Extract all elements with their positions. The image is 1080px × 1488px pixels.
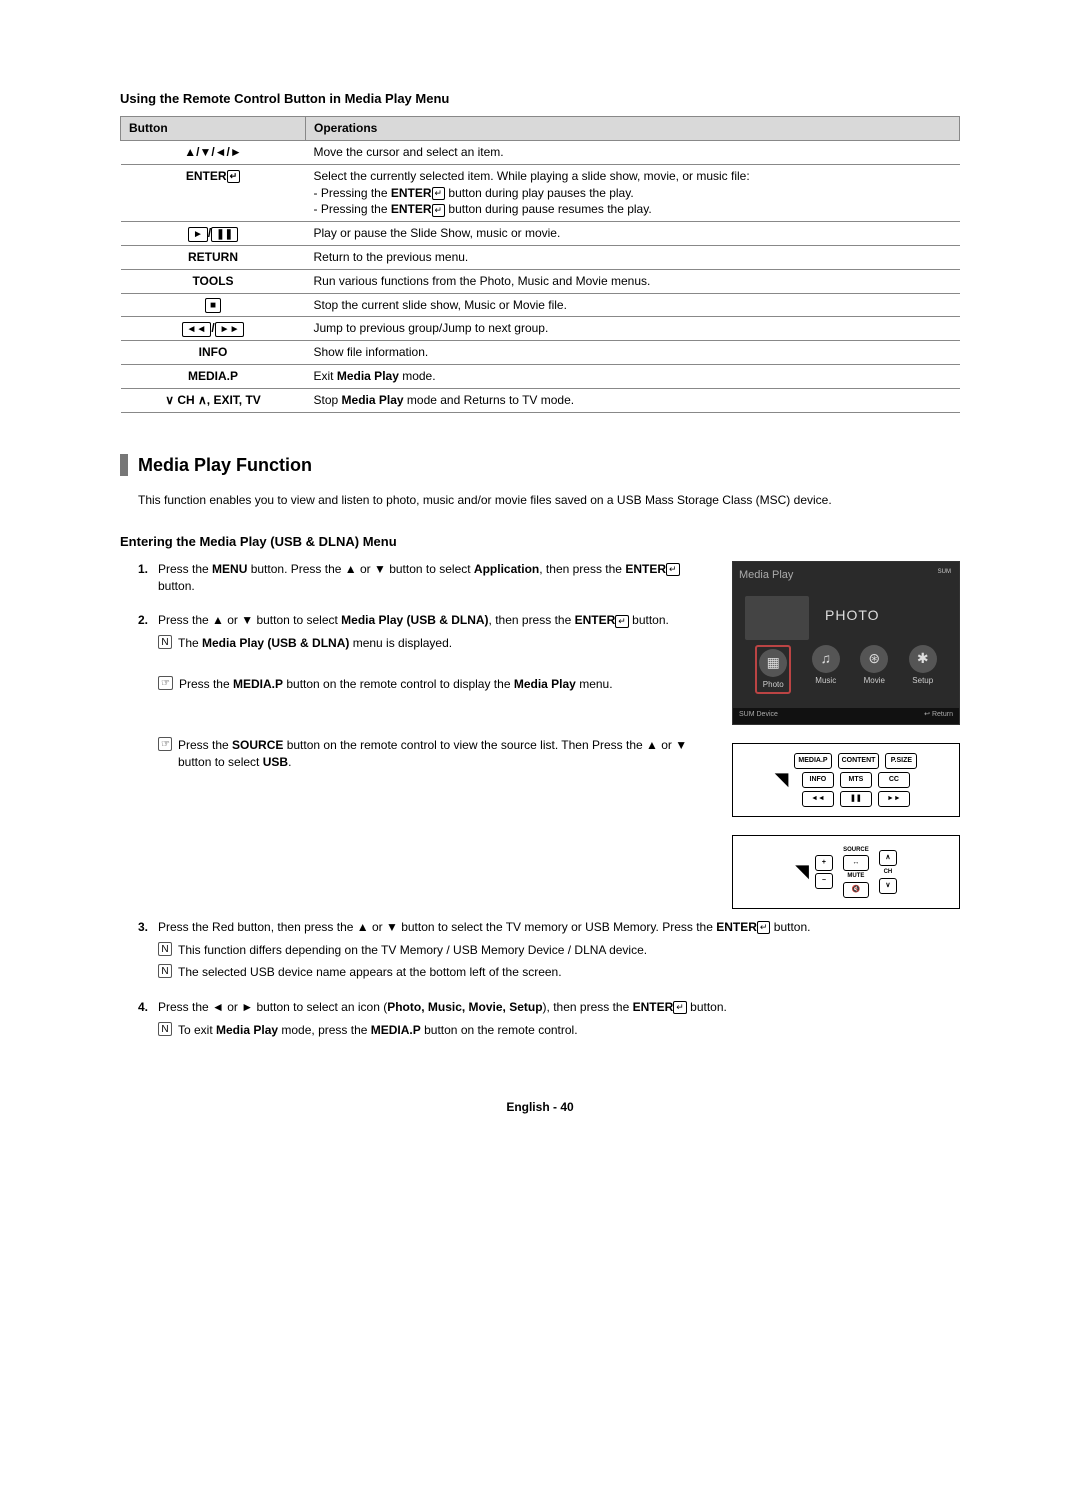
table-row: MEDIA.PExit Media Play mode. [121,364,960,388]
setup-icon: ✱ [909,645,937,673]
note-icon: N [158,964,172,978]
heading-media-play-function: Media Play Function [120,453,960,478]
step-1: 1. Press the MENU button. Press the ▲ or… [138,561,718,595]
step-3: 3. Press the Red button, then press the … [138,919,960,981]
table-row: ■Stop the current slide show, Music or M… [121,293,960,317]
th-button: Button [121,117,306,141]
sub-title-entering: Entering the Media Play (USB & DLNA) Men… [120,533,960,551]
table-row: INFOShow file information. [121,341,960,365]
section-title-1: Using the Remote Control Button in Media… [120,90,960,108]
table-row: ▲/▼/◄/►Move the cursor and select an ite… [121,140,960,164]
remote-button-table: Button Operations ▲/▼/◄/►Move the cursor… [120,116,960,412]
table-row: ∨ CH ∧, EXIT, TVStop Media Play mode and… [121,388,960,412]
music-icon: ♫ [812,645,840,673]
hand-icon: ☞ [158,737,172,751]
movie-icon: ⊛ [860,645,888,673]
table-row: ENTER↵ Select the currently selected ite… [121,164,960,221]
table-row: TOOLSRun various functions from the Phot… [121,269,960,293]
photo-icon: ▦ [759,649,787,677]
function-description: This function enables you to view and li… [138,492,960,509]
camera-icon [745,596,809,640]
table-row: RETURNReturn to the previous menu. [121,245,960,269]
page-footer: English - 40 [120,1099,960,1116]
remote-diagram-1: ◥ MEDIA.P CONTENT P.SIZE INFO MTS CC ◄◄ … [732,743,960,817]
table-row: ◄◄/►►Jump to previous group/Jump to next… [121,317,960,341]
hand-icon: ☞ [158,676,173,690]
note-icon: N [158,635,172,649]
note-icon: N [158,942,172,956]
th-operations: Operations [306,117,960,141]
media-play-screenshot: Media Play SUM PHOTO ▦Photo ♫Music ⊛Movi… [732,561,960,725]
enter-icon: ↵ [227,170,241,183]
note-icon: N [158,1022,172,1036]
step-4: 4. Press the ◄ or ► button to select an … [138,999,960,1039]
step-2: 2. Press the ▲ or ▼ button to select Med… [138,612,718,770]
remote-diagram-2: ◥ + − SOURCE ↔ MUTE 🔇 ∧ CH ∨ [732,835,960,909]
table-row: ►/❚❚Play or pause the Slide Show, music … [121,222,960,246]
